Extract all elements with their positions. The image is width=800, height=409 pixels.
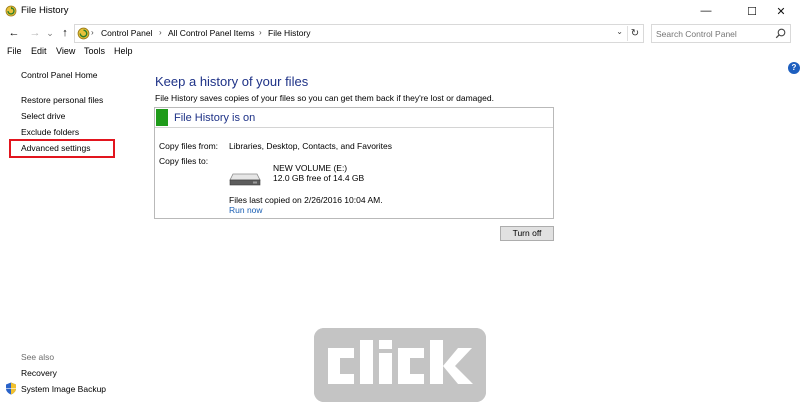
file-history-icon bbox=[5, 5, 17, 17]
see-also-heading: See also bbox=[21, 352, 55, 362]
watermark-logo-graphic bbox=[314, 328, 486, 402]
page-title: Keep a history of your files bbox=[155, 74, 309, 89]
up-button[interactable]: ↑ bbox=[57, 25, 73, 41]
breadcrumb-control-panel[interactable]: Control Panel bbox=[101, 28, 153, 38]
status-header: File History is on bbox=[155, 108, 553, 128]
search-icon[interactable] bbox=[775, 28, 786, 39]
breadcrumb-separator: › bbox=[159, 28, 162, 37]
title-bar: File History — ☐ ✕ bbox=[0, 0, 800, 22]
sidebar-item-exclude-folders[interactable]: Exclude folders bbox=[21, 127, 79, 137]
copy-from-label: Copy files from: bbox=[159, 141, 219, 151]
sidebar-item-recovery[interactable]: Recovery bbox=[21, 368, 57, 378]
help-icon[interactable]: ? bbox=[788, 62, 800, 74]
menu-tools[interactable]: Tools bbox=[84, 46, 105, 56]
page-description: File History saves copies of your files … bbox=[155, 93, 494, 103]
sidebar-item-advanced-settings[interactable]: Advanced settings bbox=[21, 143, 90, 153]
breadcrumb-separator: › bbox=[259, 28, 262, 37]
forward-button[interactable]: → bbox=[27, 25, 43, 41]
run-now-link[interactable]: Run now bbox=[229, 205, 263, 215]
status-panel: File History is on Copy files from: Libr… bbox=[154, 107, 554, 219]
sidebar-item-select-drive[interactable]: Select drive bbox=[21, 111, 65, 121]
breadcrumb-file-history[interactable]: File History bbox=[268, 28, 311, 38]
close-button[interactable]: ✕ bbox=[762, 0, 800, 22]
status-indicator bbox=[156, 109, 168, 126]
address-row: ← → ⌄ ↑ › Control Panel › All Control Pa… bbox=[0, 22, 800, 44]
recent-locations-button[interactable]: ⌄ bbox=[42, 25, 58, 41]
refresh-button[interactable]: ↻ bbox=[627, 26, 642, 41]
drive-free-space: 12.0 GB free of 14.4 GB bbox=[273, 173, 365, 183]
address-bar[interactable]: › Control Panel › All Control Panel Item… bbox=[74, 24, 644, 43]
uac-shield-icon bbox=[6, 382, 16, 395]
status-text: File History is on bbox=[174, 112, 256, 124]
sidebar-control-panel-home[interactable]: Control Panel Home bbox=[21, 70, 98, 80]
drive-name: NEW VOLUME (E:) bbox=[273, 163, 348, 173]
menu-file[interactable]: File bbox=[7, 46, 22, 56]
breadcrumb-separator: › bbox=[91, 28, 94, 37]
hard-drive-icon bbox=[229, 173, 261, 186]
menu-help[interactable]: Help bbox=[114, 46, 133, 56]
minimize-button[interactable]: — bbox=[687, 0, 725, 22]
menu-view[interactable]: View bbox=[56, 46, 75, 56]
copy-to-label: Copy files to: bbox=[159, 156, 209, 166]
back-button[interactable]: ← bbox=[6, 25, 22, 41]
breadcrumb-all-items[interactable]: All Control Panel Items bbox=[168, 28, 254, 38]
turn-off-button[interactable]: Turn off bbox=[500, 226, 554, 241]
file-history-icon bbox=[77, 27, 90, 40]
menu-edit[interactable]: Edit bbox=[31, 46, 47, 56]
sidebar-item-restore[interactable]: Restore personal files bbox=[21, 95, 103, 105]
window-title: File History bbox=[21, 5, 69, 16]
search-box[interactable] bbox=[651, 24, 791, 43]
last-copied-text: Files last copied on 2/26/2016 10:04 AM. bbox=[229, 195, 383, 205]
copy-from-value: Libraries, Desktop, Contacts, and Favori… bbox=[229, 141, 392, 151]
sidebar-item-system-image-backup[interactable]: System Image Backup bbox=[21, 384, 106, 394]
click-watermark-logo bbox=[314, 328, 486, 402]
search-input[interactable] bbox=[656, 27, 766, 40]
address-dropdown-icon[interactable]: ⌄ bbox=[616, 27, 623, 36]
